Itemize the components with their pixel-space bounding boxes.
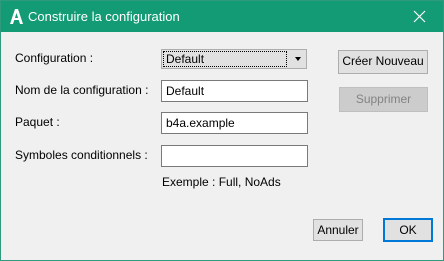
close-button[interactable] xyxy=(397,1,443,32)
close-icon xyxy=(413,10,426,23)
conditional-symbols-input[interactable] xyxy=(161,145,308,167)
package-label: Paquet : xyxy=(15,115,60,129)
ok-button[interactable]: OK xyxy=(383,218,433,242)
configuration-select[interactable]: Default xyxy=(161,49,307,69)
window-title: Construire la configuration xyxy=(28,9,180,24)
delete-button[interactable]: Supprimer xyxy=(339,87,428,112)
create-new-button[interactable]: Créer Nouveau xyxy=(338,50,428,74)
package-input[interactable]: b4a.example xyxy=(161,112,308,134)
configuration-label: Configuration : xyxy=(15,51,94,65)
cancel-button[interactable]: Annuler xyxy=(313,219,363,241)
config-name-input[interactable]: Default xyxy=(161,80,308,102)
symbols-example-hint: Exemple : Full, NoAds xyxy=(162,175,281,189)
b4a-logo-icon xyxy=(10,9,23,24)
dropdown-arrow-icon xyxy=(295,57,301,61)
build-configuration-dialog: Construire la configuration Configuratio… xyxy=(0,0,444,261)
dialog-body: Configuration : Default Nom de la config… xyxy=(1,32,443,260)
conditional-symbols-label: Symboles conditionnels : xyxy=(15,148,148,162)
config-name-label: Nom de la configuration : xyxy=(15,83,149,97)
configuration-select-value: Default xyxy=(163,51,287,67)
title-bar[interactable]: Construire la configuration xyxy=(1,1,443,32)
